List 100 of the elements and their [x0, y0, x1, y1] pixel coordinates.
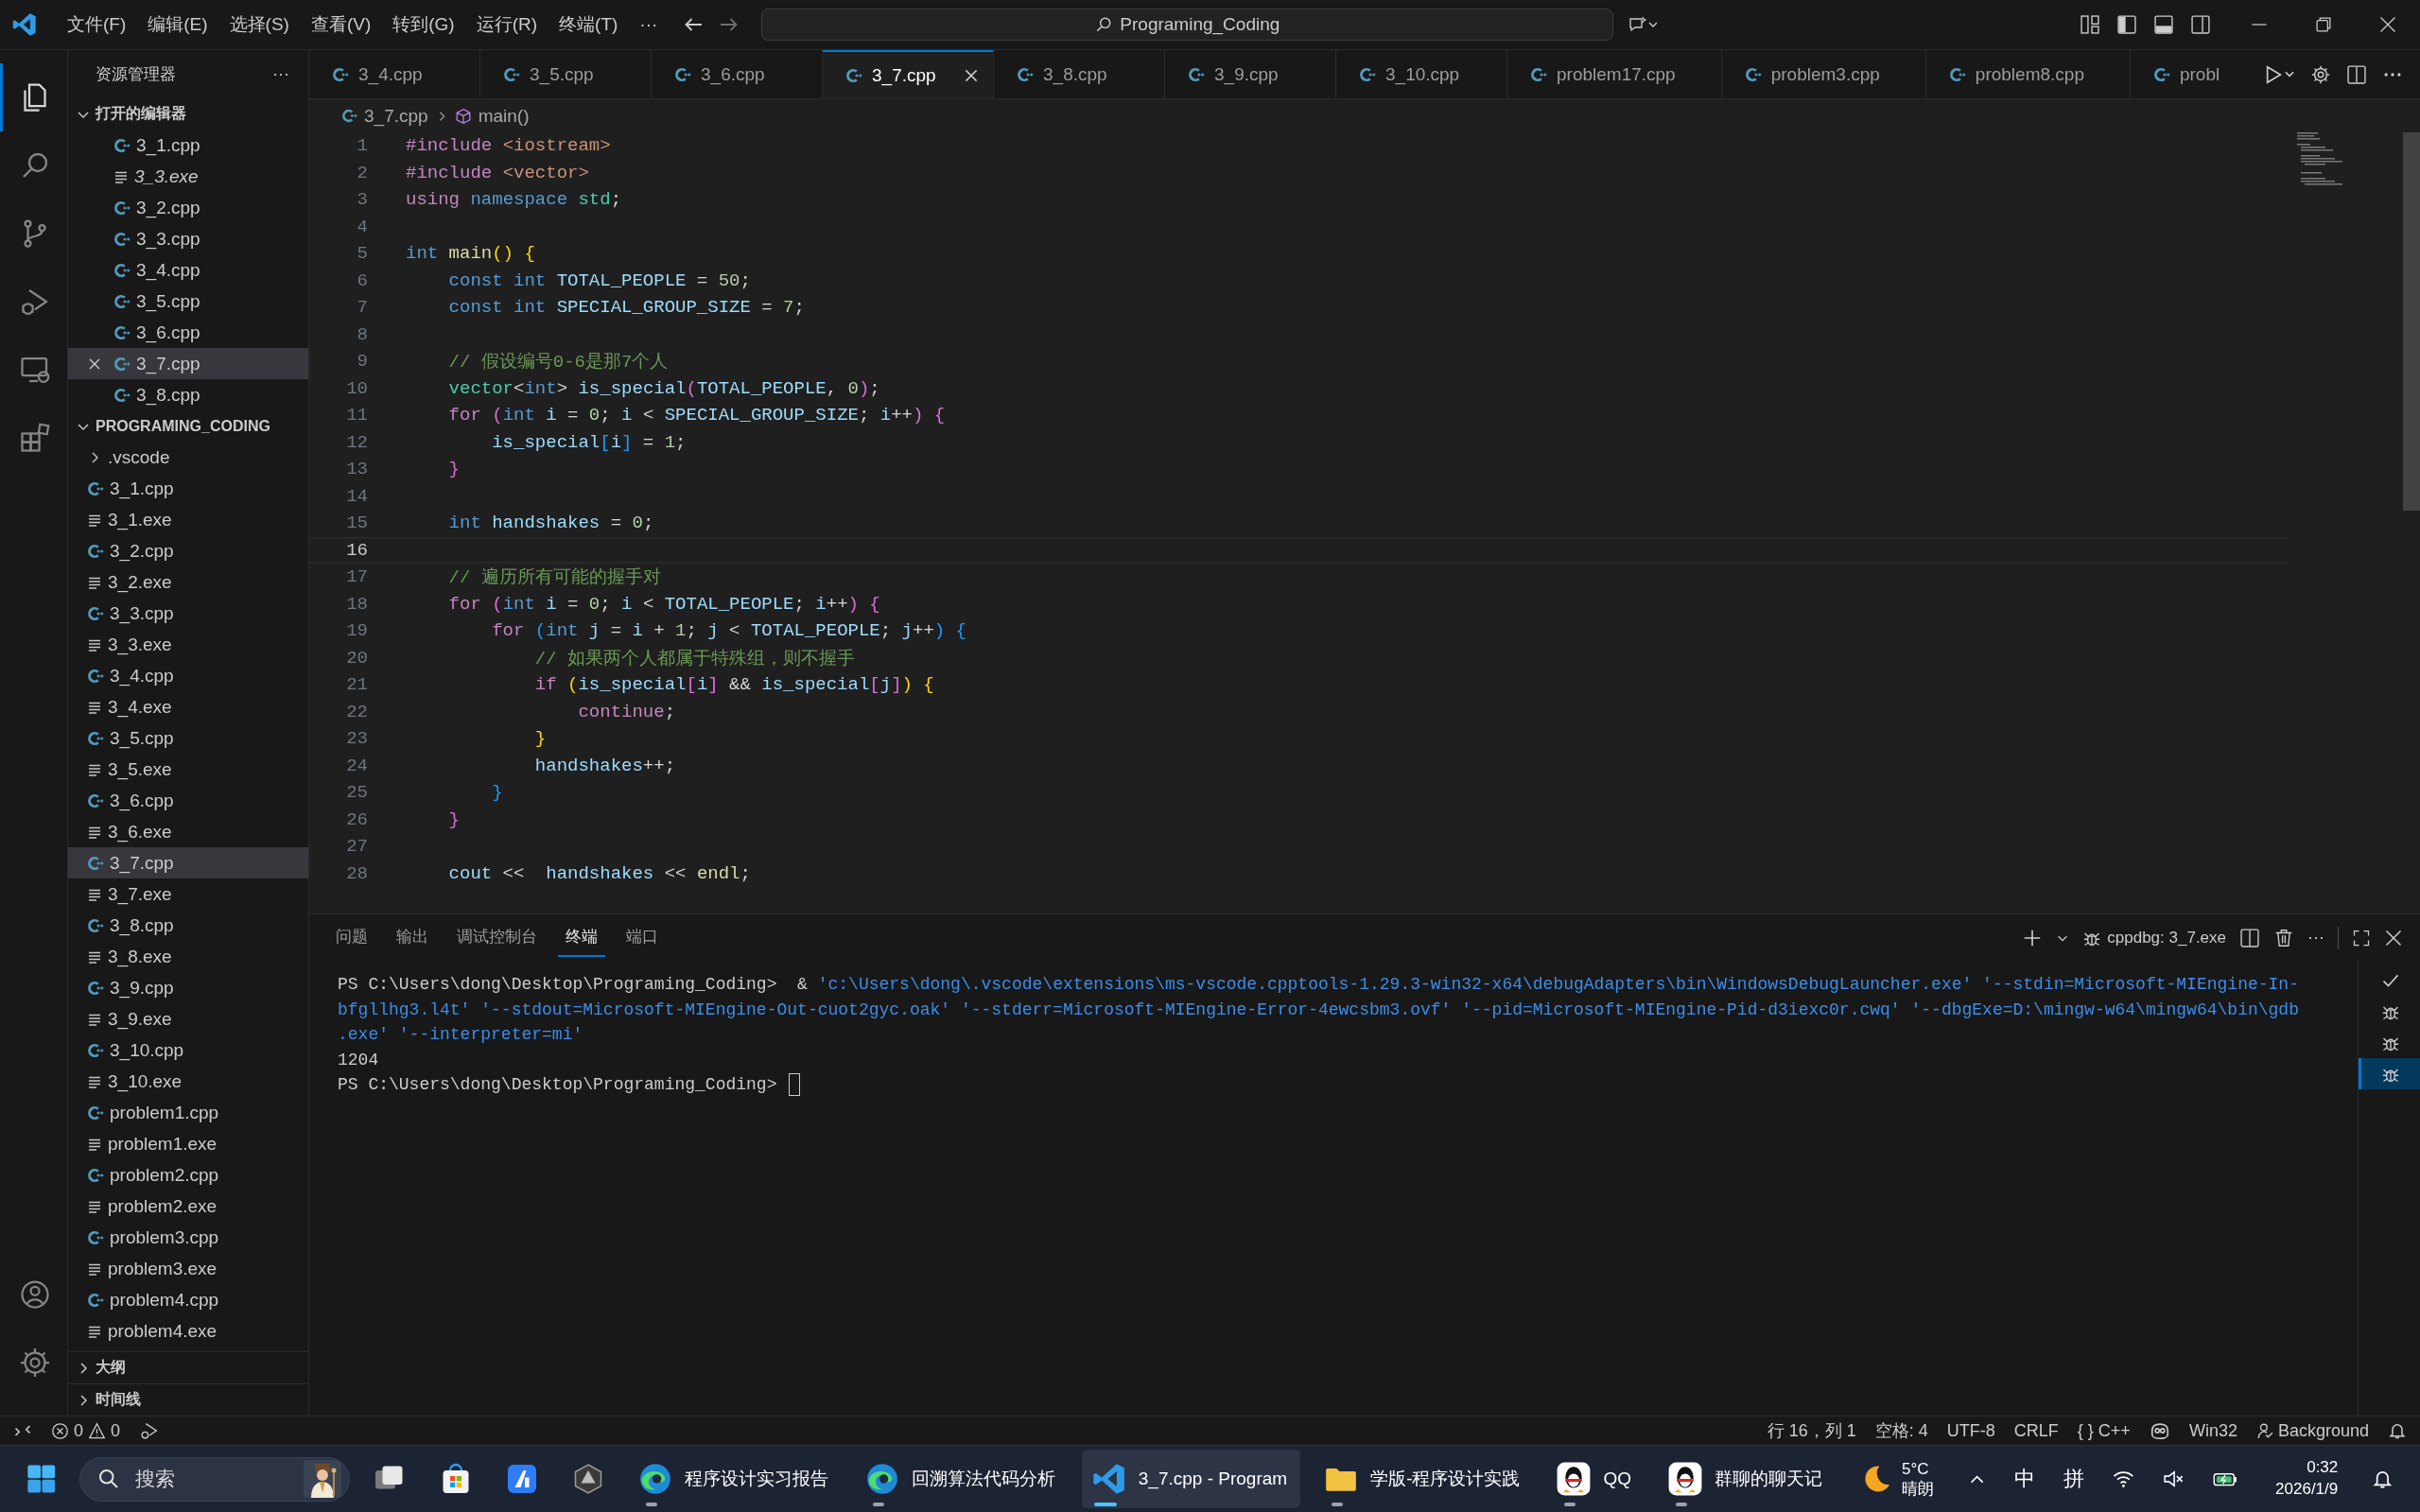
close-icon[interactable]	[2384, 928, 2403, 947]
restore-icon[interactable]	[2314, 15, 2333, 34]
file-tree-item[interactable]: problem3.cpp	[68, 1222, 308, 1253]
more-actions-button[interactable]: ···	[2307, 928, 2324, 947]
editor-tab[interactable]: 3_4.cpp	[309, 50, 480, 98]
extensions-icon[interactable]	[18, 421, 52, 455]
background-status[interactable]: Background	[2255, 1420, 2369, 1441]
input-method-indicator[interactable]: 拼	[2063, 1465, 2085, 1493]
sidebar-toggle-icon[interactable]	[2116, 14, 2137, 35]
file-tree-item[interactable]: problem2.cpp	[68, 1159, 308, 1190]
line-ending-status[interactable]: CRLF	[2013, 1420, 2059, 1441]
file-tree-item[interactable]: 3_1.exe	[68, 504, 308, 535]
open-editor-item[interactable]: 3_2.cpp	[68, 192, 308, 223]
file-tree-item[interactable]: problem1.cpp	[68, 1097, 308, 1128]
editor-tab[interactable]: problem17.cpp	[1507, 50, 1722, 98]
file-tree-item[interactable]: 3_10.cpp	[68, 1034, 308, 1066]
section-title[interactable]: 时间线	[96, 1390, 141, 1410]
file-tree-item[interactable]: 3_7.cpp	[68, 847, 308, 878]
file-tree-item[interactable]: 3_2.cpp	[68, 535, 308, 566]
penguin-icon[interactable]	[1667, 1461, 1703, 1497]
section-title[interactable]: 打开的编辑器	[96, 104, 186, 124]
file-tree-item[interactable]: 3_8.exe	[68, 941, 308, 972]
open-editor-item[interactable]: 3_5.cpp	[68, 286, 308, 317]
secondary-sidebar-icon[interactable]	[2190, 14, 2211, 35]
command-center-search[interactable]: Programing_Coding	[761, 9, 1614, 41]
file-tree-item[interactable]: .vscode	[68, 442, 308, 473]
editor-tab[interactable]: 3_10.cpp	[1336, 50, 1507, 98]
taskbar-app[interactable]: QQ	[1546, 1450, 1645, 1508]
open-editor-item[interactable]: 3_1.cpp	[68, 130, 308, 161]
bell-icon[interactable]	[2388, 1421, 2407, 1440]
file-tree-item[interactable]: 3_7.exe	[68, 878, 308, 910]
file-tree-item[interactable]: 3_9.cpp	[68, 972, 308, 1003]
file-tree-item[interactable]: 3_6.cpp	[68, 785, 308, 816]
file-tree-item[interactable]: 3_5.exe	[68, 754, 308, 785]
menu-item[interactable]: 终端(T)	[548, 9, 629, 41]
menu-item[interactable]: 转到(G)	[382, 9, 465, 41]
menu-item[interactable]: 文件(F)	[57, 9, 137, 41]
file-tree-item[interactable]: 3_5.cpp	[68, 722, 308, 754]
split-editor-icon[interactable]	[2346, 63, 2367, 85]
terminal-dropdown[interactable]: cppdbg: 3_7.exe	[2082, 928, 2226, 947]
panel-tab[interactable]: 问题	[328, 918, 375, 957]
maximize-icon[interactable]	[2352, 928, 2371, 947]
input-mode-indicator[interactable]: 中	[2014, 1465, 2036, 1493]
open-editor-item[interactable]: 3_3.exe	[68, 161, 308, 192]
vscode-logo-icon[interactable]	[11, 11, 38, 38]
editor-tab[interactable]: probl	[2130, 50, 2244, 98]
platform-status[interactable]: Win32	[2188, 1420, 2237, 1441]
editor-tab[interactable]: 3_8.cpp	[994, 50, 1165, 98]
encoding-status[interactable]: UTF-8	[1946, 1420, 1995, 1441]
settings-icon[interactable]	[18, 1346, 52, 1380]
file-tree-item[interactable]: problem4.cpp	[68, 1284, 308, 1315]
section-title[interactable]: 大纲	[96, 1358, 126, 1378]
menu-item[interactable]: 编辑(E)	[137, 9, 218, 41]
open-editor-item[interactable]: 3_8.cpp	[68, 379, 308, 410]
search-field[interactable]: 搜索	[132, 1467, 290, 1491]
close-icon[interactable]	[2378, 15, 2397, 34]
problems-status[interactable]: 0 0	[51, 1420, 121, 1441]
cursor-position[interactable]: 行 16，列 1	[1767, 1419, 1856, 1442]
taskbar-app[interactable]: 3_7.cpp - Program	[1081, 1450, 1301, 1508]
weather-widget[interactable]: 5°C 晴朗	[1858, 1458, 1934, 1500]
more-menu-button[interactable]: ···	[629, 10, 669, 39]
taskbar-search-bar[interactable]: 搜索	[78, 1456, 350, 1502]
editor-tab[interactable]: 3_7.cpp	[823, 50, 994, 98]
open-editor-item[interactable]: 3_7.cpp	[68, 348, 308, 379]
scrollbar-thumb[interactable]	[2403, 132, 2420, 511]
breadcrumb-item[interactable]: main()	[478, 105, 530, 127]
open-editor-item[interactable]: 3_6.cpp	[68, 317, 308, 348]
menu-item[interactable]: 查看(V)	[300, 9, 382, 41]
panel-tab[interactable]: 端口	[618, 918, 666, 957]
menu-item[interactable]: 选择(S)	[218, 9, 300, 41]
layout-icon[interactable]	[2080, 14, 2100, 35]
open-editor-item[interactable]: 3_3.cpp	[68, 223, 308, 254]
panel-tab[interactable]: 调试控制台	[449, 918, 545, 957]
editor-tab[interactable]: problem3.cpp	[1721, 50, 1926, 98]
file-tree-item[interactable]: 3_4.cpp	[68, 660, 308, 691]
settings-icon[interactable]	[2310, 63, 2331, 85]
editor-tab[interactable]: 3_5.cpp	[480, 50, 652, 98]
open-editor-item[interactable]: 3_4.cpp	[68, 254, 308, 286]
breadcrumb-item[interactable]: 3_7.cpp	[364, 105, 428, 127]
clock[interactable]: 0:32 2026/1/9	[2275, 1457, 2339, 1501]
panel-toggle-icon[interactable]	[2153, 14, 2174, 35]
taskbar-app[interactable]: 群聊的聊天记	[1658, 1450, 1836, 1508]
account-icon[interactable]	[18, 1277, 52, 1312]
file-tree-item[interactable]: 3_3.cpp	[68, 598, 308, 629]
file-tree-item[interactable]: 3_6.exe	[68, 816, 308, 847]
penguin-icon[interactable]	[1556, 1461, 1593, 1497]
file-tree-item[interactable]: problem3.exe	[68, 1253, 308, 1284]
vscode-icon[interactable]	[1090, 1461, 1127, 1497]
editor-tab[interactable]: 3_9.cpp	[1165, 50, 1336, 98]
file-tree-item[interactable]: 3_1.cpp	[68, 473, 308, 504]
taskbar-app[interactable]: 回溯算法代码分析	[854, 1450, 1069, 1508]
file-tree-item[interactable]: 3_3.exe	[68, 629, 308, 660]
file-tree-item[interactable]: problem1.exe	[68, 1128, 308, 1159]
section-title[interactable]: PROGRAMING_CODING	[96, 417, 270, 435]
more-actions-button[interactable]: ···	[272, 64, 289, 84]
panel-tab[interactable]: 输出	[389, 918, 436, 957]
editor-tab[interactable]: problem8.cpp	[1925, 50, 2131, 98]
menu-item[interactable]: 运行(R)	[465, 9, 548, 41]
split-terminal-icon[interactable]	[2239, 927, 2260, 948]
panel-tab[interactable]: 终端	[558, 918, 605, 957]
